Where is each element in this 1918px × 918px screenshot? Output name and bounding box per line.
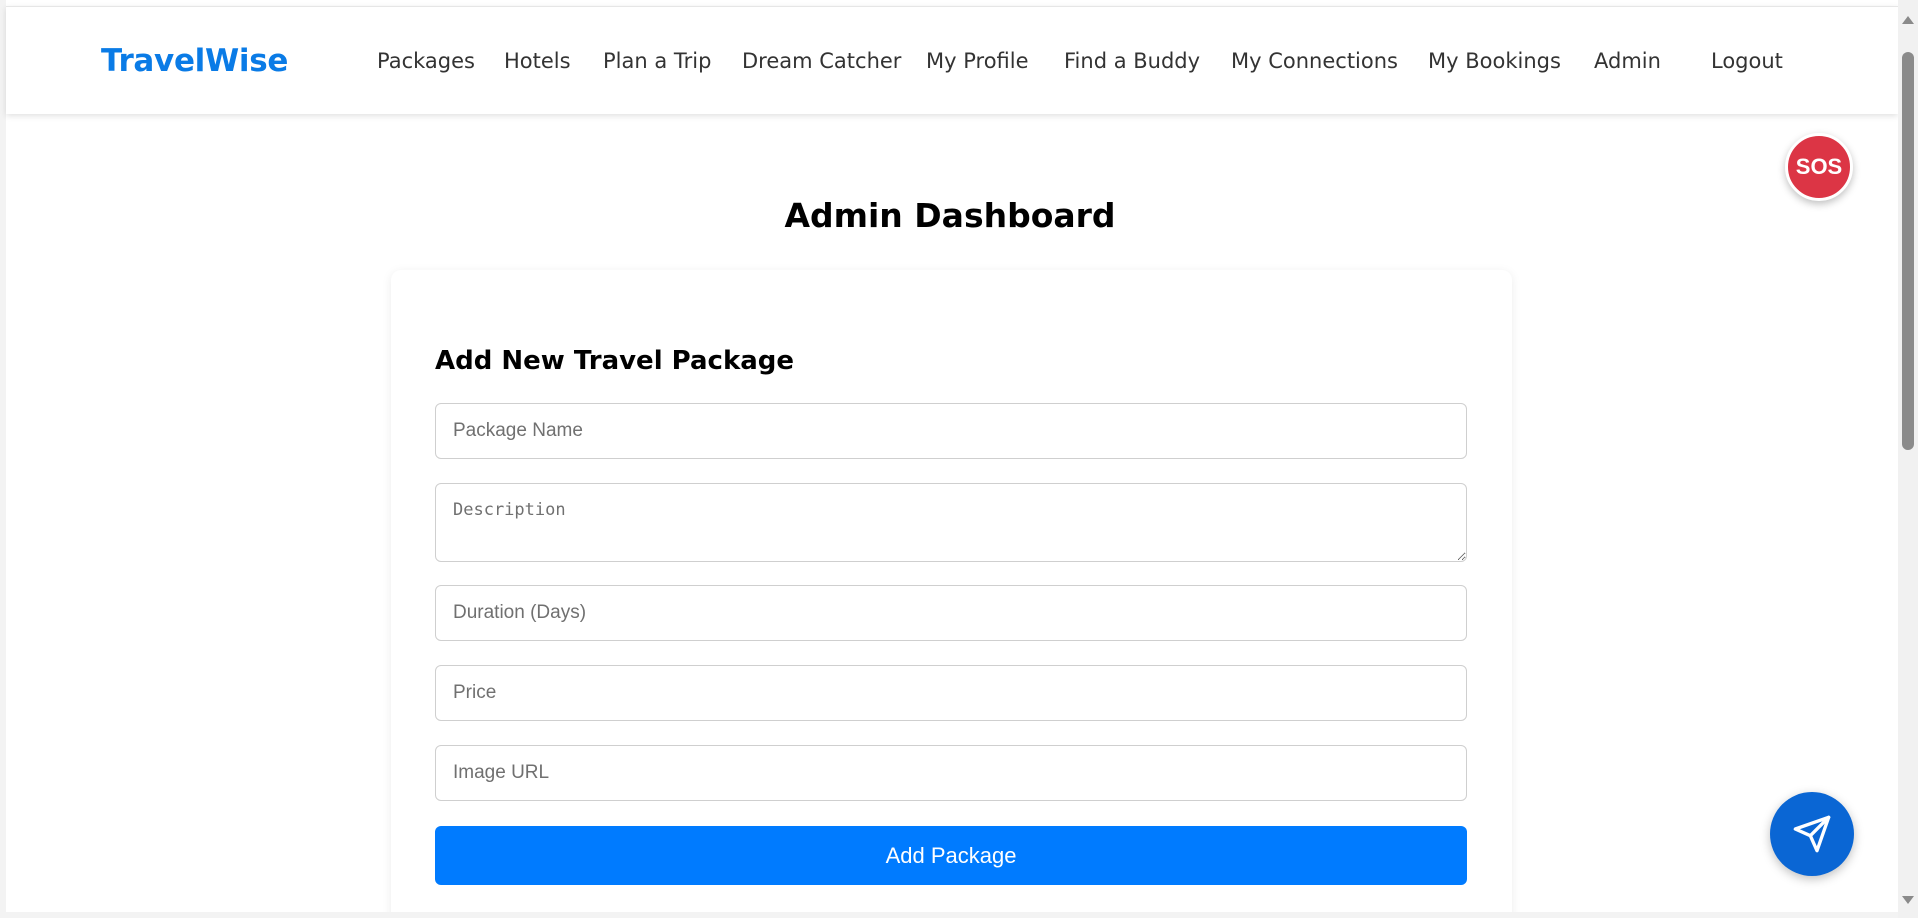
app-viewport: TravelWise Packages Hotels Plan a Trip D… — [0, 0, 1918, 918]
nav-link-dream-catcher[interactable]: Dream Catcher — [742, 49, 901, 73]
description-textarea[interactable] — [435, 483, 1467, 562]
form-title: Add New Travel Package — [435, 346, 795, 376]
window-bottom-edge — [0, 912, 1898, 918]
page-title: Admin Dashboard — [784, 196, 1116, 235]
package-name-input[interactable] — [435, 403, 1467, 459]
nav-link-my-profile[interactable]: My Profile — [926, 49, 1029, 73]
chat-button[interactable] — [1770, 792, 1854, 876]
nav-link-find-a-buddy[interactable]: Find a Buddy — [1064, 49, 1200, 73]
add-package-button[interactable]: Add Package — [435, 826, 1467, 885]
top-navbar: TravelWise Packages Hotels Plan a Trip D… — [6, 6, 1898, 114]
sos-button[interactable]: SOS — [1785, 133, 1853, 201]
image-url-input[interactable] — [435, 745, 1467, 801]
nav-link-hotels[interactable]: Hotels — [504, 49, 571, 73]
nav-link-my-bookings[interactable]: My Bookings — [1428, 49, 1561, 73]
nav-links: Packages Hotels Plan a Trip Dream Catche… — [6, 49, 1898, 79]
nav-link-admin[interactable]: Admin — [1594, 49, 1661, 73]
vertical-scrollbar[interactable] — [1898, 0, 1918, 918]
scroll-up-arrow-icon[interactable] — [1902, 16, 1914, 24]
nav-link-logout[interactable]: Logout — [1711, 49, 1783, 73]
price-input[interactable] — [435, 665, 1467, 721]
nav-link-plan-a-trip[interactable]: Plan a Trip — [603, 49, 711, 73]
duration-input[interactable] — [435, 585, 1467, 641]
paper-plane-icon — [1793, 815, 1831, 853]
nav-link-packages[interactable]: Packages — [377, 49, 475, 73]
window-left-edge — [0, 0, 6, 918]
scrollbar-thumb[interactable] — [1902, 52, 1914, 450]
scroll-down-arrow-icon[interactable] — [1902, 896, 1914, 904]
add-package-card: Add New Travel Package Add Package — [391, 270, 1512, 918]
nav-link-my-connections[interactable]: My Connections — [1231, 49, 1398, 73]
